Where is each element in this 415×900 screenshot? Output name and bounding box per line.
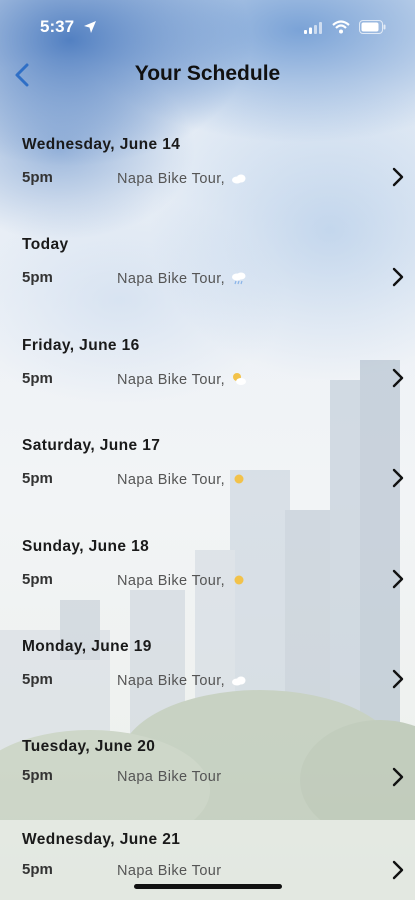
event-name: Napa Bike Tour, — [117, 171, 247, 187]
sun-icon — [234, 575, 244, 585]
schedule-day-row[interactable]: Sunday, June 18 5pm Napa Bike Tour, — [0, 538, 415, 618]
schedule-day-row[interactable]: Saturday, June 17 5pm Napa Bike Tour, — [0, 437, 415, 517]
cloud-icon — [232, 676, 246, 686]
location-arrow-icon — [84, 21, 96, 33]
status-bar: 5:37 — [0, 0, 415, 50]
page-title: Your Schedule — [134, 62, 281, 85]
event-name: Napa Bike Tour, — [117, 472, 247, 488]
day-date-label: Monday, June 19 — [22, 638, 152, 655]
event-name: Napa Bike Tour — [117, 863, 222, 879]
chevron-right-icon[interactable] — [391, 568, 405, 590]
cloud-icon — [232, 174, 246, 184]
chevron-right-icon[interactable] — [391, 367, 405, 389]
day-date-label: Today — [22, 236, 69, 253]
event-name: Napa Bike Tour, — [117, 673, 247, 689]
battery-icon — [359, 20, 386, 34]
schedule-day-row[interactable]: Wednesday, June 21 5pm Napa Bike Tour — [0, 831, 415, 891]
event-time: 5pm — [22, 470, 53, 487]
schedule-day-row[interactable]: Friday, June 16 5pm Napa Bike Tour, — [0, 337, 415, 417]
day-date-label: Wednesday, June 14 — [22, 136, 181, 153]
chevron-right-icon[interactable] — [391, 467, 405, 489]
event-time: 5pm — [22, 370, 53, 387]
event-name: Napa Bike Tour, — [117, 271, 247, 287]
event-time: 5pm — [22, 269, 53, 286]
status-time: 5:37 — [40, 17, 75, 36]
schedule-day-row[interactable]: Tuesday, June 20 5pm Napa Bike Tour — [0, 738, 415, 818]
event-time: 5pm — [22, 671, 53, 688]
event-time: 5pm — [22, 571, 53, 588]
schedule-day-row[interactable]: Today 5pm Napa Bike Tour, — [0, 236, 415, 316]
navigation-bar: Your Schedule — [0, 50, 415, 100]
event-name: Napa Bike Tour, — [117, 372, 247, 388]
chevron-right-icon[interactable] — [391, 766, 405, 788]
event-time: 5pm — [22, 169, 53, 186]
day-date-label: Tuesday, June 20 — [22, 738, 156, 755]
chevron-right-icon[interactable] — [391, 859, 405, 881]
cellular-signal-icon — [304, 22, 322, 34]
day-date-label: Wednesday, June 21 — [22, 831, 181, 848]
wifi-icon — [332, 20, 350, 34]
chevron-right-icon[interactable] — [391, 266, 405, 288]
rain-cloud-icon — [232, 272, 246, 285]
event-time: 5pm — [22, 767, 53, 784]
chevron-right-icon[interactable] — [391, 668, 405, 690]
schedule-day-row[interactable]: Monday, June 19 5pm Napa Bike Tour, — [0, 638, 415, 718]
home-indicator[interactable] — [134, 884, 282, 889]
sun-icon — [234, 474, 244, 484]
schedule-day-row[interactable]: Wednesday, June 14 5pm Napa Bike Tour, — [0, 136, 415, 216]
event-time: 5pm — [22, 861, 53, 878]
partly-sunny-icon — [233, 373, 247, 385]
day-date-label: Sunday, June 18 — [22, 538, 150, 555]
event-name: Napa Bike Tour — [117, 769, 222, 785]
chevron-right-icon[interactable] — [391, 166, 405, 188]
day-date-label: Friday, June 16 — [22, 337, 140, 354]
event-name: Napa Bike Tour, — [117, 573, 247, 589]
day-date-label: Saturday, June 17 — [22, 437, 161, 454]
